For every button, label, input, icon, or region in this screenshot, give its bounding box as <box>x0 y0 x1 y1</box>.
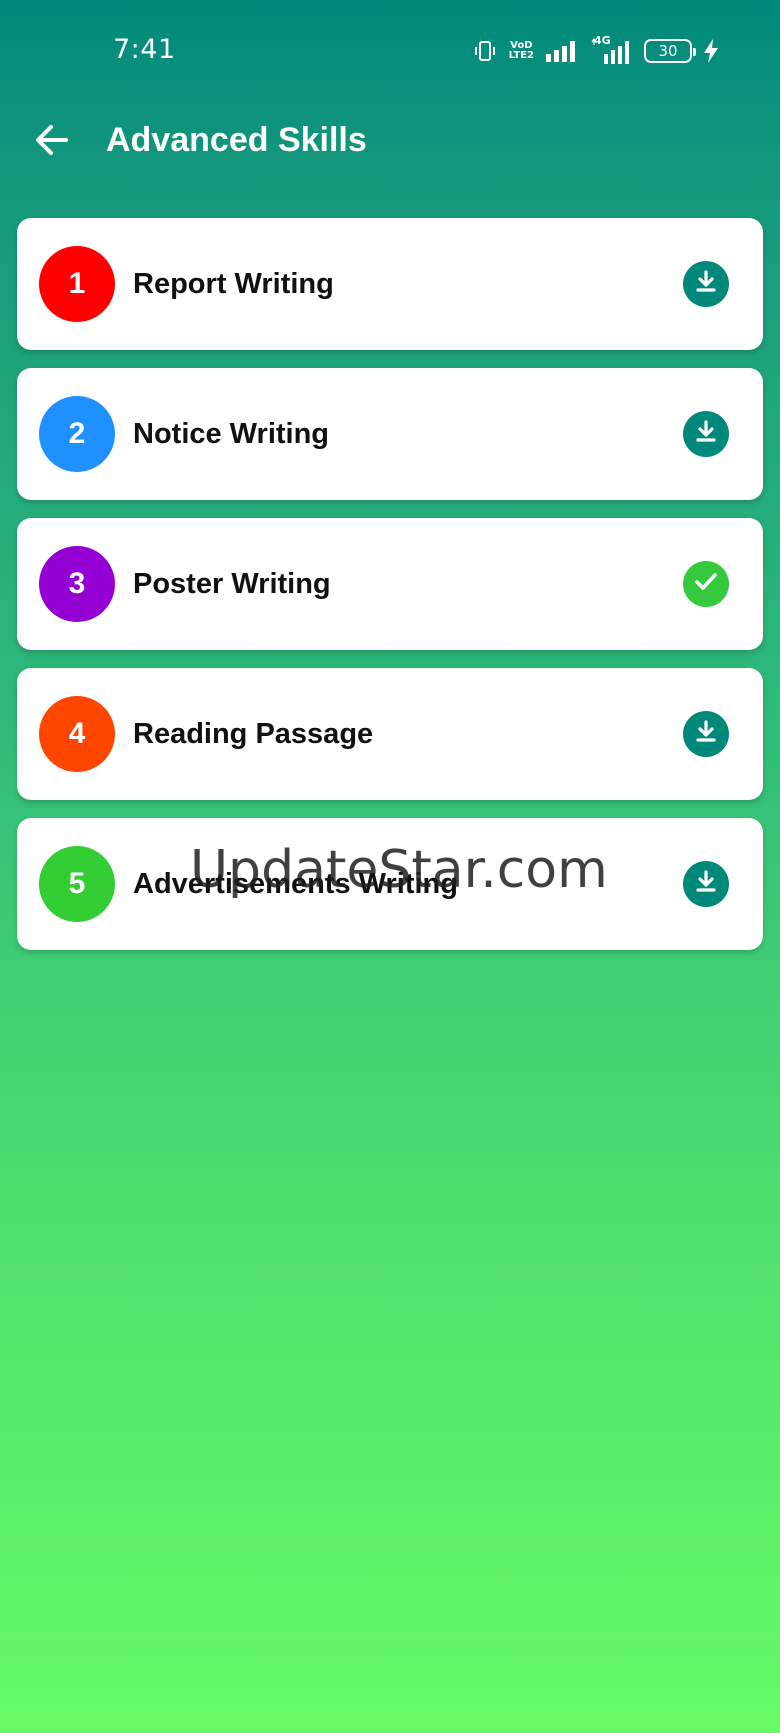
status-time: 7:41 <box>113 34 176 65</box>
volte-bottom-label: LTE2 <box>508 50 534 61</box>
charging-icon <box>704 39 718 63</box>
item-title: Reading Passage <box>133 718 374 750</box>
item-number-badge: 4 <box>39 696 115 772</box>
download-button[interactable] <box>683 411 729 457</box>
item-title: Poster Writing <box>133 568 331 600</box>
item-number-badge: 3 <box>39 546 115 622</box>
battery-level: 30 <box>658 42 678 60</box>
item-number-badge: 5 <box>39 846 115 922</box>
list-item[interactable]: 1 Report Writing <box>17 218 763 350</box>
arrow-left-icon <box>32 120 72 165</box>
battery-icon: 30 <box>644 39 696 63</box>
download-icon <box>692 718 720 751</box>
status-icons: VoD LTE2 4G 30 <box>473 34 718 68</box>
item-title: Report Writing <box>133 268 334 300</box>
item-title: Advertisements Writing <box>133 868 458 900</box>
mobile-data-4g-icon: 4G <box>590 34 632 64</box>
download-button[interactable] <box>683 711 729 757</box>
download-button[interactable] <box>683 261 729 307</box>
volte-icon: VoD LTE2 <box>509 41 534 61</box>
signal-icon <box>546 40 578 62</box>
download-icon <box>692 268 720 301</box>
list-item[interactable]: 3 Poster Writing <box>17 518 763 650</box>
page-title: Advanced Skills <box>106 121 367 159</box>
skills-list: 1 Report Writing 2 Notice Writing 3 Post… <box>17 218 763 968</box>
vibrate-icon <box>473 39 497 63</box>
item-number-badge: 1 <box>39 246 115 322</box>
check-icon <box>691 567 721 602</box>
list-item[interactable]: 2 Notice Writing <box>17 368 763 500</box>
list-item[interactable]: 4 Reading Passage <box>17 668 763 800</box>
item-title: Notice Writing <box>133 418 330 450</box>
downloaded-status-button[interactable] <box>683 561 729 607</box>
back-button[interactable] <box>28 118 76 166</box>
app-bar: Advanced Skills <box>0 104 780 214</box>
item-number-badge: 2 <box>39 396 115 472</box>
status-bar: 7:41 VoD LTE2 4G 30 <box>0 0 780 104</box>
download-button[interactable] <box>683 861 729 907</box>
download-icon <box>692 418 720 451</box>
list-item[interactable]: 5 Advertisements Writing <box>17 818 763 950</box>
download-icon <box>692 868 720 901</box>
